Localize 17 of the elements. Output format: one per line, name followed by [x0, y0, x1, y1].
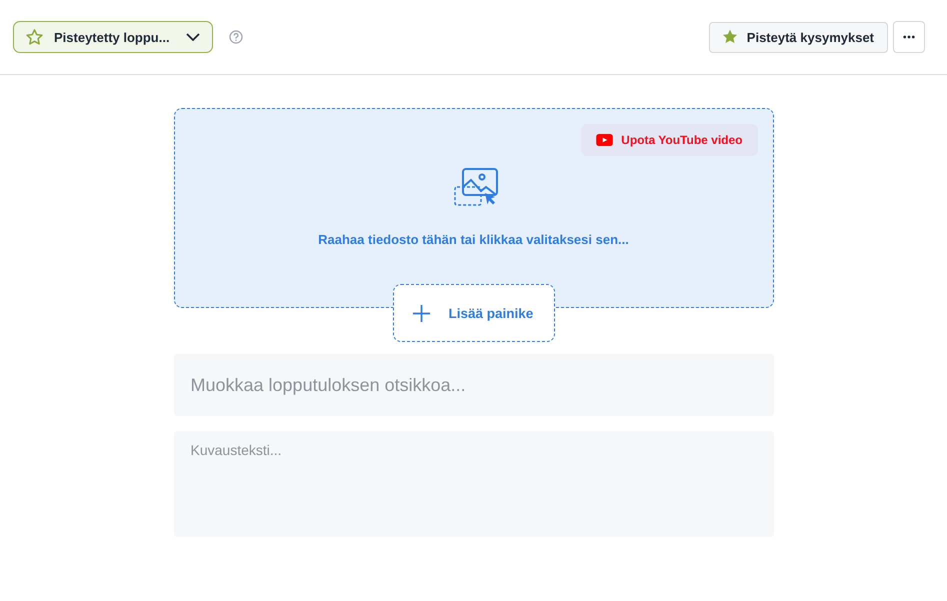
result-dropdown[interactable]: Pisteytetty loppu... — [13, 21, 213, 53]
plus-icon — [412, 304, 430, 322]
title-field[interactable]: Muokkaa lopputuloksen otsikkoa... — [174, 354, 774, 416]
image-upload-icon — [454, 167, 498, 207]
drop-hint: Raahaa tiedosto tähän tai klikkaa valitaksesi sen... — [318, 232, 629, 247]
more-icon — [903, 35, 915, 39]
play-icon — [596, 134, 614, 146]
more-button[interactable] — [893, 21, 925, 53]
file-drop-zone[interactable]: Upota YouTube video Raahaa tiedosto tähän tai klikkaa valitaksesi sen... — [174, 108, 774, 308]
star-icon — [720, 28, 739, 46]
star-icon — [25, 28, 44, 46]
embed-youtube-button[interactable]: Upota YouTube video — [581, 124, 758, 156]
score-questions-button[interactable]: Pisteytä kysymykset — [708, 22, 888, 52]
chevron-down-icon — [186, 33, 200, 41]
add-button[interactable]: Lisää painike — [392, 284, 554, 342]
help-icon[interactable] — [229, 30, 243, 44]
description-field[interactable]: Kuvausteksti... — [174, 431, 774, 537]
